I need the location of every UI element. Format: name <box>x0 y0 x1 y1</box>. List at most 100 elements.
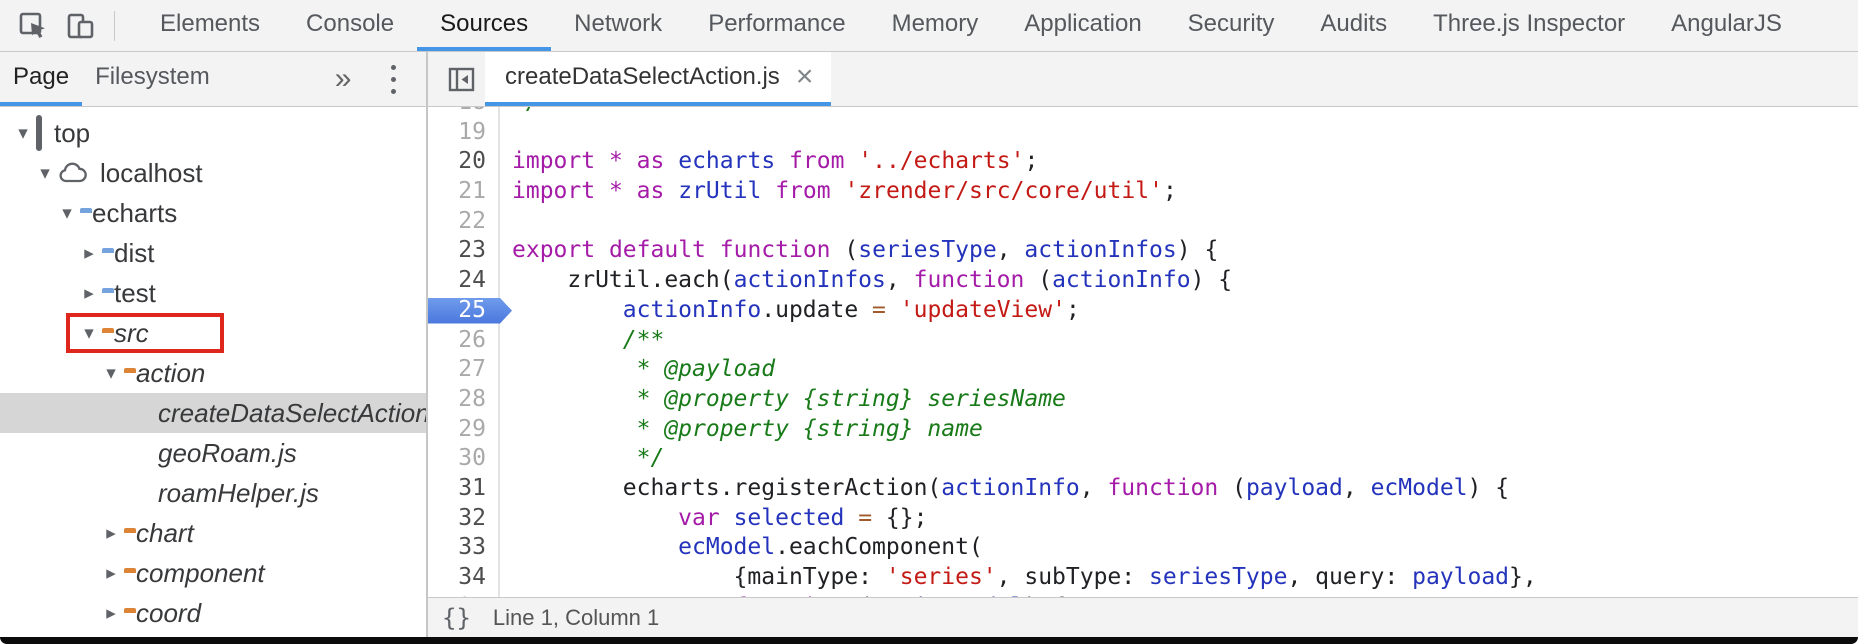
tree-item-echarts[interactable]: ▾ echarts <box>0 193 426 233</box>
chevron-collapsed-icon[interactable]: ▸ <box>98 562 124 585</box>
panel-tab-application[interactable]: Application <box>1001 0 1164 51</box>
tree-item-component[interactable]: ▸ component <box>0 553 426 593</box>
line-number[interactable]: 33 <box>428 533 500 563</box>
device-toolbar-icon[interactable] <box>66 11 96 41</box>
close-tab-icon[interactable]: × <box>796 62 814 92</box>
line-number[interactable]: 34 <box>428 563 500 593</box>
code-text[interactable] <box>500 118 512 148</box>
code-line-20: 20import * as echarts from '../echarts'; <box>428 147 1858 177</box>
code-line-35: 35 function (seriesModel) { <box>428 593 1858 597</box>
window-frame-icon <box>36 118 42 149</box>
panel-tab-security[interactable]: Security <box>1165 0 1298 51</box>
line-number[interactable]: 20 <box>428 147 500 177</box>
code-text[interactable]: function (seriesModel) { <box>500 593 1066 597</box>
code-text[interactable]: * @property {string} seriesName <box>500 385 1066 415</box>
panel-tab-performance[interactable]: Performance <box>685 0 868 51</box>
tree-item-localhost[interactable]: ▾localhost <box>0 153 426 193</box>
chevron-collapsed-icon[interactable]: ▸ <box>98 602 124 625</box>
line-number[interactable]: 30 <box>428 444 500 474</box>
overflow-menu-icon[interactable] <box>391 52 396 106</box>
line-number[interactable]: 31 <box>428 474 500 504</box>
tree-item-coord[interactable]: ▸ coord <box>0 593 426 633</box>
more-tabs-chevron-icon[interactable]: » <box>335 52 352 106</box>
code-text[interactable]: export default function (seriesType, act… <box>500 236 1218 266</box>
inspect-element-icon[interactable] <box>18 11 48 41</box>
code-line-26: 26 /** <box>428 326 1858 356</box>
code-text[interactable]: * @payload <box>500 355 775 385</box>
line-number[interactable]: 26 <box>428 326 500 356</box>
chevron-expanded-icon[interactable]: ▾ <box>10 122 36 145</box>
editor-status-bar: {} Line 1, Column 1 <box>428 597 1858 637</box>
code-text[interactable]: import * as echarts from '../echarts'; <box>500 147 1038 177</box>
code-line-34: 34 {mainType: 'series', subType: seriesT… <box>428 563 1858 593</box>
line-number[interactable]: 27 <box>428 355 500 385</box>
code-line-29: 29 * @property {string} name <box>428 415 1858 445</box>
code-text[interactable]: * @property {string} name <box>500 415 983 445</box>
pretty-print-icon[interactable]: {} <box>442 604 471 632</box>
cloud-icon <box>58 162 88 184</box>
chevron-expanded-icon[interactable]: ▾ <box>76 322 102 345</box>
chevron-collapsed-icon[interactable]: ▸ <box>98 522 124 545</box>
file-tab-label: createDataSelectAction.js <box>505 63 780 91</box>
tree-item-chart[interactable]: ▸chart <box>0 513 426 553</box>
tree-item-action[interactable]: ▾action <box>0 353 426 393</box>
panel-tabs: ElementsConsoleSourcesNetworkPerformance… <box>137 0 1805 51</box>
main-content: ▾top▾localhost▾echarts▸dist▸test▾src▾act… <box>0 107 1858 637</box>
line-number[interactable]: 29 <box>428 415 500 445</box>
code-text[interactable]: /** <box>500 326 664 356</box>
line-number[interactable]: 24 <box>428 266 500 296</box>
tree-item-georoam-js[interactable]: geoRoam.js <box>0 433 426 473</box>
line-number[interactable]: 18 <box>428 107 500 118</box>
toggle-navigator-icon[interactable] <box>448 66 475 93</box>
line-number[interactable]: 23 <box>428 236 500 266</box>
code-text[interactable] <box>500 207 512 237</box>
code-text[interactable]: zrUtil.each(actionInfos, function (actio… <box>500 266 1232 296</box>
tree-item-label: echarts <box>92 198 177 229</box>
panel-tab-console[interactable]: Console <box>283 0 417 51</box>
line-number[interactable]: 19 <box>428 118 500 148</box>
panel-tab-three-js-inspector[interactable]: Three.js Inspector <box>1410 0 1648 51</box>
tree-item-dist[interactable]: ▸dist <box>0 233 426 273</box>
tree-item-label: coord <box>136 598 201 629</box>
chevron-expanded-icon[interactable]: ▾ <box>54 202 80 225</box>
code-text[interactable]: */ <box>500 444 664 474</box>
line-number[interactable]: 22 <box>428 207 500 237</box>
tree-item-src[interactable]: ▾src <box>0 313 426 353</box>
tree-item-roamhelper-js[interactable]: roamHelper.js <box>0 473 426 513</box>
panel-tab-network[interactable]: Network <box>551 0 685 51</box>
sidebar-tab-page[interactable]: Page <box>0 52 82 106</box>
chevron-collapsed-icon[interactable]: ▸ <box>76 282 102 305</box>
file-tab-createDataSelectAction[interactable]: createDataSelectAction.js × <box>485 52 831 106</box>
tree-item-test[interactable]: ▸test <box>0 273 426 313</box>
editor-tab-strip: createDataSelectAction.js × <box>428 52 1858 106</box>
panel-tab-angularjs[interactable]: AngularJS <box>1648 0 1805 51</box>
chevron-expanded-icon[interactable]: ▾ <box>32 162 58 185</box>
code-text[interactable]: actionInfo.update = 'updateView'; <box>500 296 1080 326</box>
code-text[interactable]: ecModel.eachComponent( <box>500 533 983 563</box>
code-text[interactable]: */ <box>500 107 540 118</box>
source-editor: 18*/1920import * as echarts from '../ech… <box>428 107 1858 637</box>
line-number[interactable]: 28 <box>428 385 500 415</box>
code-line-19: 19 <box>428 118 1858 148</box>
chevron-collapsed-icon[interactable]: ▸ <box>76 242 102 265</box>
code-line-31: 31 echarts.registerAction(actionInfo, fu… <box>428 474 1858 504</box>
tree-item-label: component <box>136 558 265 589</box>
line-number[interactable]: 21 <box>428 177 500 207</box>
code-text[interactable]: echarts.registerAction(actionInfo, funct… <box>500 474 1509 504</box>
code-scroll-area[interactable]: 18*/1920import * as echarts from '../ech… <box>428 107 1858 597</box>
breakpoint-line-number[interactable]: 25 <box>428 296 500 326</box>
line-number[interactable]: 32 <box>428 504 500 534</box>
panel-tab-sources[interactable]: Sources <box>417 0 551 51</box>
line-number[interactable]: 35 <box>428 593 500 597</box>
tree-item-top[interactable]: ▾top <box>0 113 426 153</box>
tree-item-createdataselectaction-js[interactable]: createDataSelectAction.js <box>0 393 426 433</box>
chevron-expanded-icon[interactable]: ▾ <box>98 362 124 385</box>
code-text[interactable]: import * as zrUtil from 'zrender/src/cor… <box>500 177 1177 207</box>
panel-tab-elements[interactable]: Elements <box>137 0 283 51</box>
code-text[interactable]: var selected = {}; <box>500 504 927 534</box>
panel-tab-memory[interactable]: Memory <box>869 0 1002 51</box>
sidebar-tab-filesystem[interactable]: Filesystem <box>82 52 223 106</box>
panel-tab-audits[interactable]: Audits <box>1297 0 1410 51</box>
code-text[interactable]: {mainType: 'series', subType: seriesType… <box>500 563 1537 593</box>
code-line-32: 32 var selected = {}; <box>428 504 1858 534</box>
